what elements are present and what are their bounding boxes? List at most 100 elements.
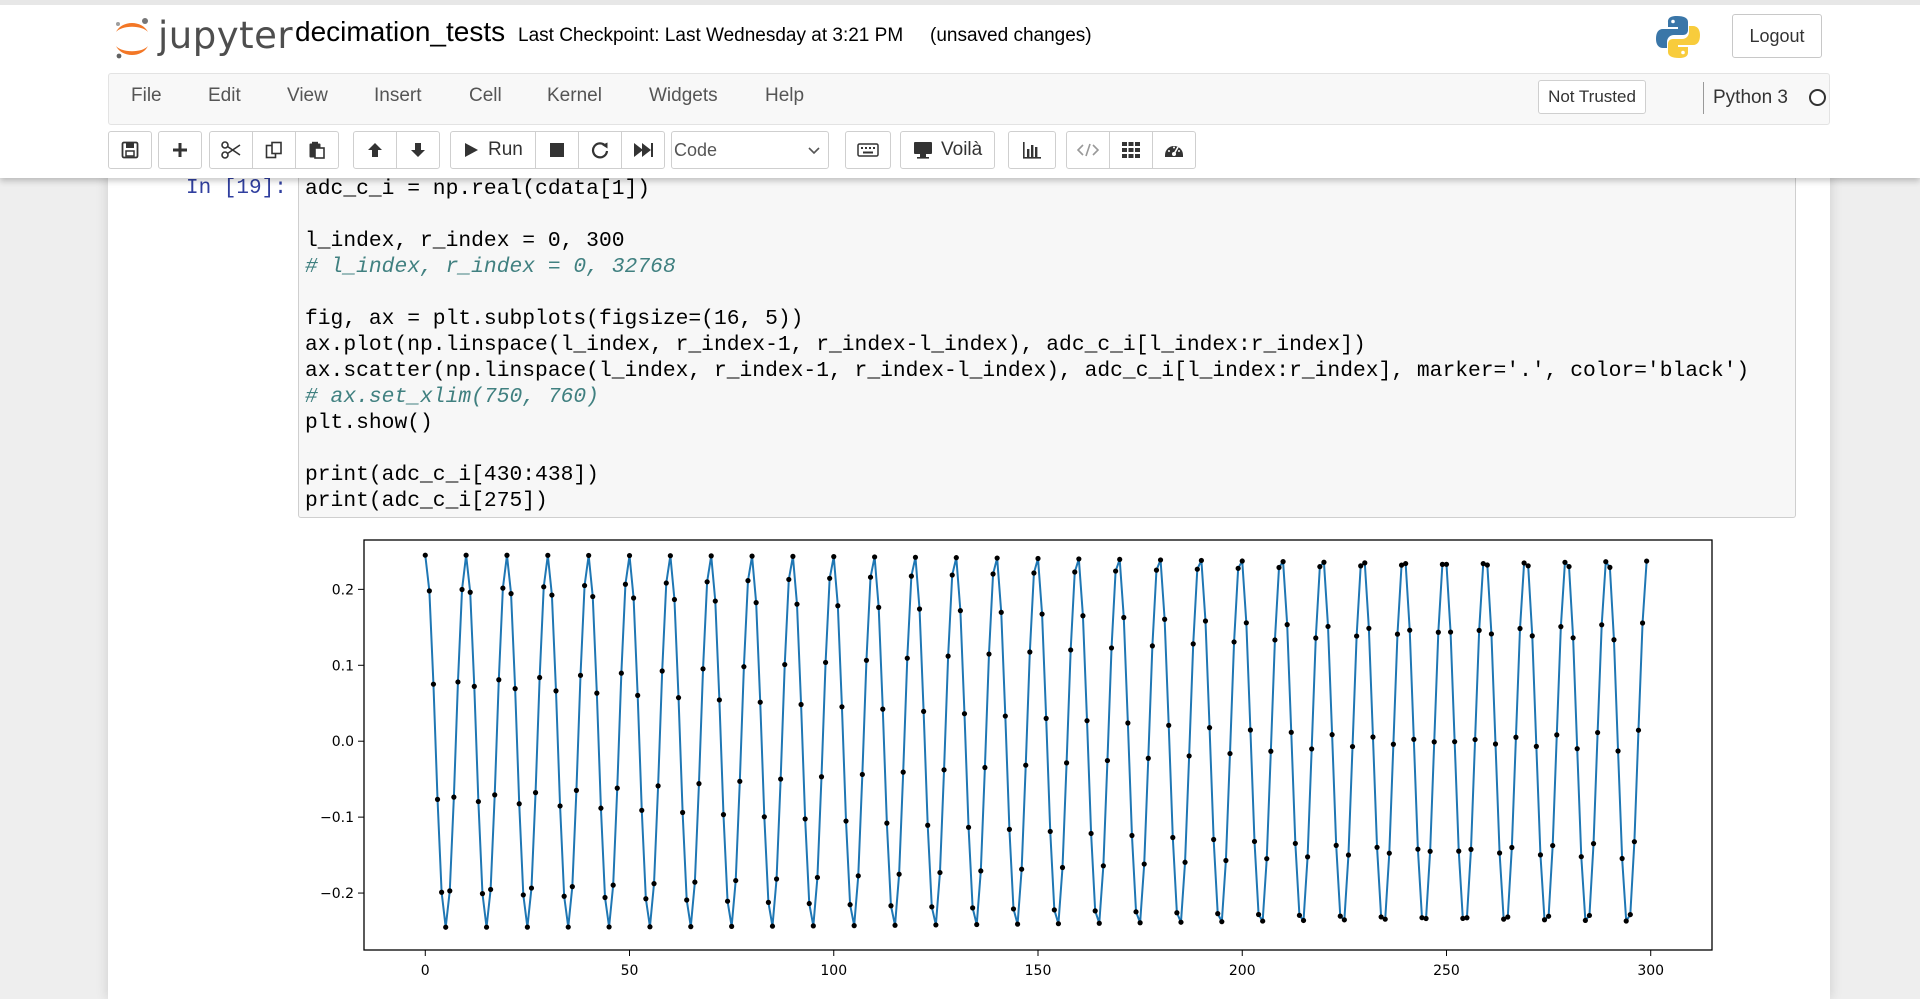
data-point xyxy=(1411,736,1417,742)
data-point xyxy=(541,584,547,590)
notebook-title[interactable]: decimation_tests xyxy=(295,16,505,48)
data-point xyxy=(818,774,825,780)
run-button[interactable]: Run xyxy=(450,131,536,169)
menu-kernel[interactable]: Kernel xyxy=(547,85,602,107)
data-point xyxy=(537,674,543,681)
code-line[interactable]: l_index, r_index = 0, 300 xyxy=(305,228,625,254)
data-point xyxy=(1631,839,1637,845)
code-line[interactable]: plt.show() xyxy=(305,410,433,436)
data-point xyxy=(851,923,857,929)
data-point xyxy=(467,589,473,595)
data-point xyxy=(822,659,829,666)
kernel-name[interactable]: Python 3 xyxy=(1713,87,1788,109)
data-point xyxy=(1227,750,1233,757)
data-point xyxy=(855,873,861,879)
data-point xyxy=(573,787,580,793)
data-point xyxy=(778,776,784,782)
data-point xyxy=(810,923,816,929)
menu-file[interactable]: File xyxy=(131,85,162,107)
data-point xyxy=(896,871,902,877)
code-line[interactable]: print(adc_c_i[430:438]) xyxy=(305,462,599,488)
data-point xyxy=(1590,841,1597,847)
data-point xyxy=(1403,560,1409,567)
chart-group xyxy=(1008,131,1056,169)
data-point xyxy=(680,809,686,816)
grid-button[interactable] xyxy=(1109,131,1153,169)
extensions-group xyxy=(1066,131,1196,169)
data-point xyxy=(847,902,853,908)
data-point xyxy=(512,686,518,692)
data-point xyxy=(888,903,894,909)
data-point xyxy=(1517,625,1523,632)
data-point xyxy=(1174,910,1180,916)
data-point xyxy=(1247,727,1254,733)
data-point xyxy=(1108,645,1115,651)
voila-button[interactable]: Voilà xyxy=(900,131,996,169)
menu-cell[interactable]: Cell xyxy=(469,85,502,107)
data-point xyxy=(1305,854,1311,860)
data-point xyxy=(953,555,959,561)
stop-icon xyxy=(549,143,564,157)
cell-type-select[interactable]: Code xyxy=(671,131,829,169)
data-point xyxy=(651,881,657,887)
data-point xyxy=(1595,729,1601,736)
code-line[interactable]: ax.plot(np.linspace(l_index, r_index-1, … xyxy=(305,332,1366,358)
data-point xyxy=(749,553,755,559)
code-line[interactable]: ax.scatter(np.linspace(l_index, r_index-… xyxy=(305,358,1749,384)
data-point xyxy=(863,657,870,663)
menu-view[interactable]: View xyxy=(287,85,328,107)
resource-usage-button[interactable] xyxy=(1008,131,1056,169)
code-toggle-button[interactable] xyxy=(1066,131,1110,169)
data-point xyxy=(1496,850,1503,856)
y-tick-label: 0.2 xyxy=(332,582,354,598)
data-point xyxy=(737,778,743,784)
menu-widgets[interactable]: Widgets xyxy=(649,85,718,107)
data-point xyxy=(986,651,992,657)
copy-button[interactable] xyxy=(252,131,296,169)
code-line[interactable]: # ax.set_xlim(750, 760) xyxy=(305,384,599,410)
logo-text: jupyter xyxy=(158,14,294,57)
move-up-button[interactable] xyxy=(353,131,397,169)
restart-run-all-button[interactable] xyxy=(620,131,665,169)
data-point xyxy=(1186,753,1192,759)
code-line[interactable]: # l_index, r_index = 0, 32768 xyxy=(305,254,676,280)
code-line[interactable]: print(adc_c_i[275]) xyxy=(305,488,548,514)
data-point xyxy=(978,868,984,874)
move-down-button[interactable] xyxy=(396,131,440,169)
save-button[interactable] xyxy=(108,131,152,169)
code-cell-editor[interactable]: adc_c_i = np.real(cdata[1]) l_index, r_i… xyxy=(298,160,1796,518)
menu-insert[interactable]: Insert xyxy=(374,85,422,107)
x-tick-label: 50 xyxy=(621,963,639,979)
command-palette-button[interactable] xyxy=(845,131,891,169)
insert-cell-button[interactable] xyxy=(158,131,202,169)
data-point xyxy=(1341,917,1347,923)
data-point xyxy=(663,580,669,586)
menu-edit[interactable]: Edit xyxy=(208,85,241,107)
restart-button[interactable] xyxy=(577,131,622,169)
cut-button[interactable] xyxy=(209,131,253,169)
run-group: Run xyxy=(450,131,665,169)
data-point xyxy=(1035,555,1041,562)
dashboard-button[interactable] xyxy=(1152,131,1196,169)
paste-button[interactable] xyxy=(295,131,339,169)
code-line[interactable]: adc_c_i = np.real(cdata[1]) xyxy=(305,176,650,202)
data-point xyxy=(1456,848,1462,854)
not-trusted-button[interactable]: Not Trusted xyxy=(1538,80,1646,114)
interrupt-button[interactable] xyxy=(534,131,579,169)
data-point xyxy=(1202,618,1209,624)
data-point xyxy=(639,807,645,813)
logout-button[interactable]: Logout xyxy=(1732,14,1822,58)
data-point xyxy=(1623,918,1629,924)
data-point xyxy=(761,814,767,820)
data-point xyxy=(965,824,972,830)
data-point xyxy=(1574,746,1580,752)
data-point xyxy=(1619,855,1625,862)
data-point xyxy=(916,606,923,612)
code-line[interactable]: fig, ax = plt.subplots(figsize=(16, 5)) xyxy=(305,306,803,332)
data-point xyxy=(724,898,731,904)
data-point xyxy=(602,894,608,901)
data-point xyxy=(586,552,592,559)
menu-help[interactable]: Help xyxy=(765,85,804,107)
jupyter-logo[interactable]: jupyter xyxy=(112,14,293,59)
data-point xyxy=(1337,913,1343,919)
